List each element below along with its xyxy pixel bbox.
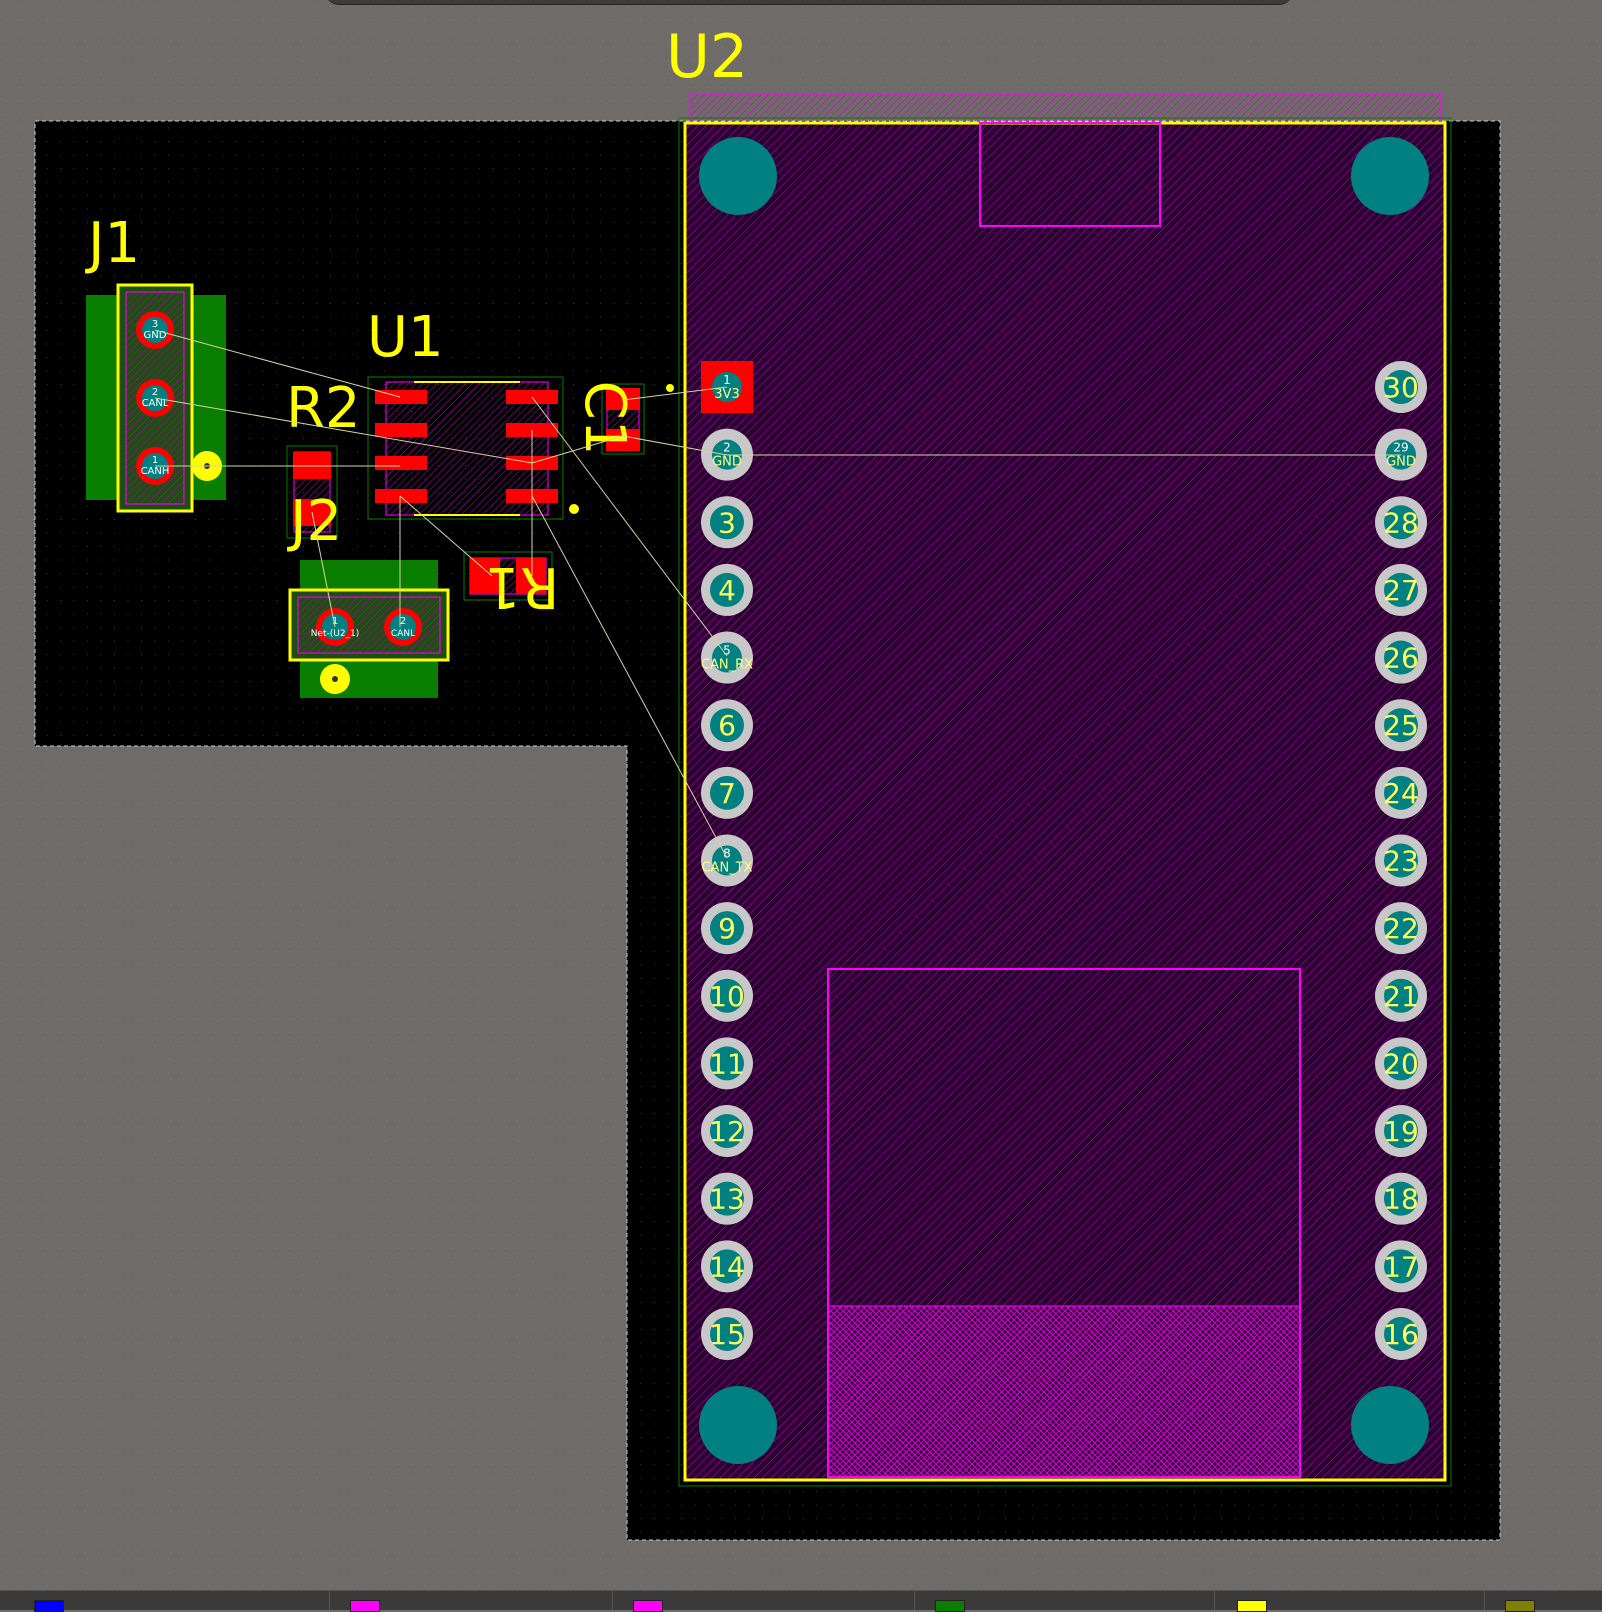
j1-pad-net: GND — [144, 330, 167, 341]
j2-pad-net: Net-(U2_1) — [311, 629, 360, 639]
u2-pin-number: 10 — [709, 980, 745, 1013]
j1-pad-number: 3 — [152, 319, 158, 330]
layer-tab-2[interactable] — [330, 1591, 613, 1612]
c1-designator: C1 — [572, 381, 637, 456]
u2-pin-number: 25 — [1383, 709, 1419, 742]
u1-designator: U1 — [367, 305, 444, 370]
layer-swatch — [350, 1600, 380, 1612]
layer-swatch — [34, 1600, 64, 1612]
u2-mounting-hole — [699, 137, 777, 215]
u1-pad — [375, 423, 427, 437]
u2-pin-number: 30 — [1383, 371, 1419, 404]
u2-pin-number: 13 — [709, 1183, 745, 1216]
u2-pin-number: 15 — [709, 1318, 745, 1351]
u2-pin-number: 1 — [723, 373, 731, 387]
u2-mounting-hole — [699, 1386, 777, 1464]
u2-pin-number: 26 — [1383, 642, 1419, 675]
u1-pin1-marker — [569, 504, 579, 514]
u2-module-footprint[interactable] — [678, 93, 1452, 1487]
layer-tab-6[interactable] — [1485, 1591, 1602, 1612]
u2-pin-number: 7 — [718, 777, 736, 810]
u2-pin-net: 3V3 — [714, 387, 739, 402]
u1-pad — [375, 456, 427, 470]
layer-tab-3[interactable] — [613, 1591, 915, 1612]
u2-pin-number: 23 — [1383, 844, 1419, 877]
u2-mounting-hole — [1351, 137, 1429, 215]
layer-swatch — [633, 1600, 663, 1612]
u2-pin-net: GND — [1386, 455, 1416, 470]
j2-designator: J2 — [287, 489, 342, 554]
u1-pad — [375, 489, 427, 503]
u2-pin-number: 27 — [1383, 574, 1419, 607]
u2-pin-number: 4 — [718, 574, 736, 607]
j1-designator: J1 — [85, 211, 140, 276]
layer-swatch — [1505, 1600, 1535, 1612]
u2-pin-number: 14 — [709, 1250, 745, 1283]
j2-pad-net: CANL — [391, 629, 415, 639]
u2-pin-number: 3 — [718, 506, 736, 539]
r1-designator: R1 — [485, 554, 560, 619]
u2-pin-net: CAN_RX — [701, 658, 753, 673]
u2-pin-number: 24 — [1383, 777, 1419, 810]
u2-pin-number: 17 — [1383, 1250, 1419, 1283]
u2-pin-number: 21 — [1383, 980, 1419, 1013]
j1-pad-number: 2 — [152, 387, 158, 398]
j1-pad-net: CANH — [141, 466, 170, 477]
u2-pin-number: 18 — [1383, 1183, 1419, 1216]
u2-pin-number: 28 — [1383, 506, 1419, 539]
layer-tab-5[interactable] — [1215, 1591, 1485, 1612]
c1-marker — [666, 384, 674, 392]
u2-pin-number: 20 — [1383, 1047, 1419, 1080]
j1-pad-number: 1 — [152, 455, 158, 466]
u2-pin-net: CAN_TX — [701, 860, 752, 875]
j2-mount-marker-center — [332, 676, 338, 682]
u2-pin-number: 6 — [718, 709, 736, 742]
u2-antenna-keepout — [689, 93, 1442, 125]
u2-pin-number: 9 — [718, 912, 736, 945]
u2-pin-number: 16 — [1383, 1318, 1419, 1351]
u2-body-hatch — [685, 123, 1445, 1480]
u2-pin-net: GND — [712, 455, 742, 470]
layer-tab-1[interactable] — [0, 1591, 330, 1612]
layer-swatch — [1237, 1600, 1267, 1612]
layer-swatch — [935, 1600, 965, 1612]
u2-keepout-zone — [827, 1305, 1301, 1478]
u2-pin-number: 19 — [1383, 1115, 1419, 1148]
layer-tab-4[interactable] — [915, 1591, 1215, 1612]
u2-pin-number: 11 — [709, 1047, 745, 1080]
j2-pad-number: 2 — [400, 616, 406, 627]
layer-bar — [0, 1590, 1602, 1612]
pcb-canvas[interactable]: U2 13V32GND345CAN_RX678CAN_TX91011121314… — [0, 0, 1602, 1590]
u2-pin-number: 29 — [1393, 441, 1408, 455]
u2-pin-number: 22 — [1383, 912, 1419, 945]
u2-mounting-hole — [1351, 1386, 1429, 1464]
u2-designator: U2 — [666, 22, 748, 92]
u2-pin-number: 12 — [709, 1115, 745, 1148]
u2-pin-number: 2 — [723, 441, 731, 455]
